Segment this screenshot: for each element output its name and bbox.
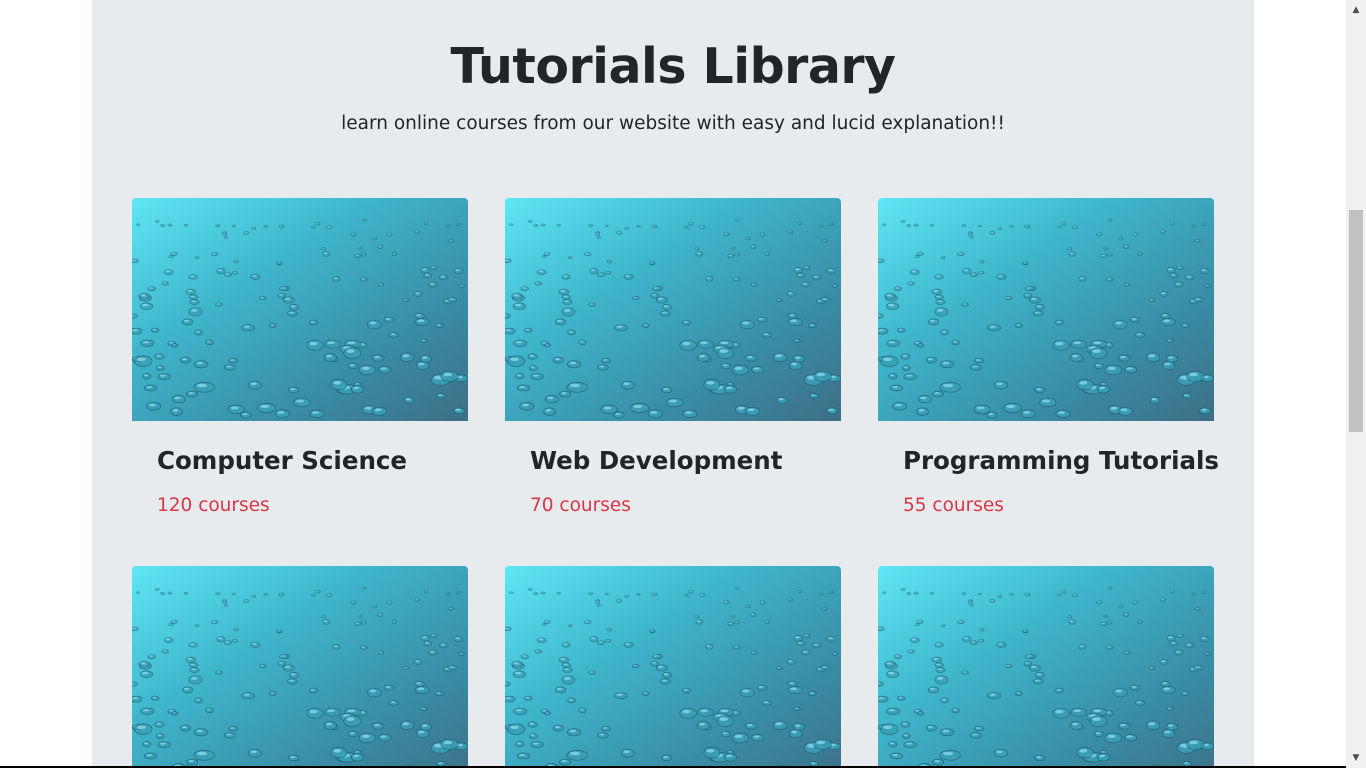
course-count: 70 courses — [530, 495, 631, 516]
scrollbar-thumb[interactable] — [1349, 210, 1363, 432]
tutorials-section: Tutorials Library learn online courses f… — [92, 0, 1254, 768]
page: Tutorials Library learn online courses f… — [0, 0, 1366, 768]
course-count: 120 courses — [157, 495, 270, 516]
triangle-up-icon[interactable]: ▲ — [1346, 0, 1366, 20]
water-droplets-image — [878, 566, 1214, 768]
card-title[interactable]: Programming Tutorials — [903, 446, 1219, 475]
card-image[interactable] — [132, 566, 468, 768]
water-droplets-image — [878, 198, 1214, 421]
course-count: 55 courses — [903, 495, 1004, 516]
course-card[interactable] — [878, 566, 1214, 768]
water-droplets-image — [505, 566, 841, 768]
course-card-web-development[interactable]: Web Development 70 courses — [505, 198, 841, 528]
card-title[interactable]: Web Development — [530, 446, 782, 475]
card-image[interactable] — [505, 198, 841, 421]
water-droplets-image — [132, 566, 468, 768]
course-card[interactable] — [505, 566, 841, 768]
card-title[interactable]: Computer Science — [157, 446, 407, 475]
card-image[interactable] — [505, 566, 841, 768]
card-image[interactable] — [878, 566, 1214, 768]
triangle-down-icon[interactable]: ▼ — [1346, 748, 1366, 768]
card-image[interactable] — [878, 198, 1214, 421]
water-droplets-image — [132, 198, 468, 421]
page-title: Tutorials Library — [450, 38, 897, 95]
card-image[interactable] — [132, 198, 468, 421]
course-card[interactable] — [132, 566, 468, 768]
water-droplets-image — [505, 198, 841, 421]
course-card-computer-science[interactable]: Computer Science 120 courses — [132, 198, 468, 528]
course-card-programming-tutorials[interactable]: Programming Tutorials 55 courses — [878, 198, 1219, 528]
vertical-scrollbar[interactable]: ▲ ▼ — [1346, 0, 1366, 768]
page-subtitle: learn online courses from our website wi… — [341, 113, 1005, 134]
